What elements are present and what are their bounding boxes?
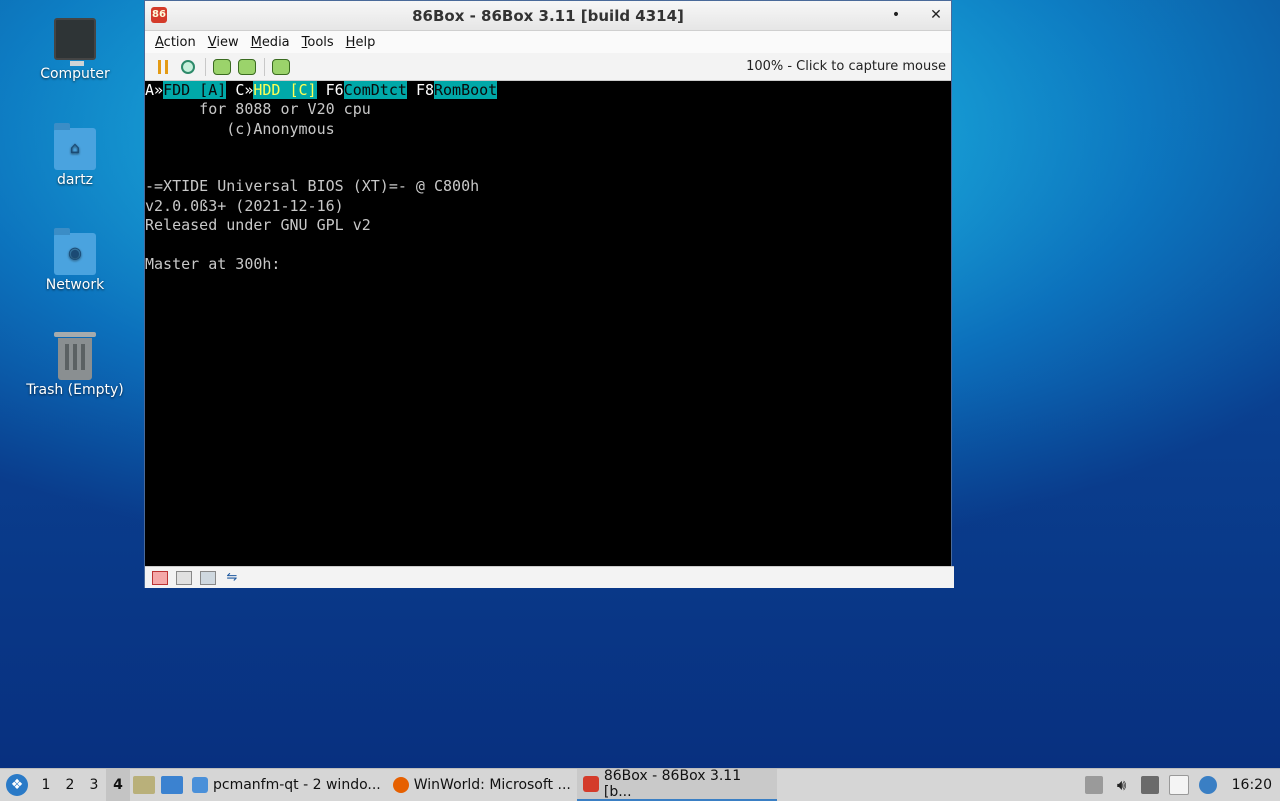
folder-icon bbox=[192, 777, 208, 793]
desktop-icon-computer[interactable]: Computer bbox=[20, 18, 130, 82]
workspace-3[interactable]: 3 bbox=[82, 777, 106, 793]
desktop-icon-label: dartz bbox=[56, 172, 94, 188]
trash-icon bbox=[54, 332, 96, 380]
toolbar-separator bbox=[205, 57, 206, 76]
settings-icon bbox=[272, 58, 290, 75]
task-label: WinWorld: Microsoft ... bbox=[413, 777, 571, 793]
reset-button[interactable] bbox=[178, 57, 198, 77]
clipboard-icon[interactable] bbox=[1168, 775, 1189, 795]
menu-media[interactable]: Media bbox=[245, 35, 296, 50]
bios-copyright-line: (c)Anonymous bbox=[145, 120, 335, 138]
task-firefox[interactable]: WinWorld: Microsoft ... bbox=[387, 769, 577, 801]
menu-help[interactable]: Help bbox=[340, 35, 382, 50]
desktop-icon-network[interactable]: ◉ Network bbox=[20, 228, 130, 293]
status-bar: ⇋ bbox=[145, 566, 954, 588]
capture-status-text[interactable]: 100% - Click to capture mouse bbox=[746, 59, 946, 74]
cdrom-icon[interactable] bbox=[176, 570, 192, 585]
86box-icon bbox=[582, 776, 599, 792]
workspace-4[interactable]: 4 bbox=[106, 769, 130, 801]
task-label: pcmanfm-qt - 2 windo... bbox=[213, 777, 381, 793]
firefox-icon bbox=[392, 777, 409, 793]
toolbar-separator bbox=[264, 57, 265, 76]
xtide-license-line: Released under GNU GPL v2 bbox=[145, 216, 371, 234]
emulator-window: 86 86Box - 86Box 3.11 [build 4314] • ✕ A… bbox=[144, 0, 954, 588]
window-titlebar[interactable]: 86 86Box - 86Box 3.11 [build 4314] • ✕ bbox=[145, 1, 951, 31]
romboot-option: RomBoot bbox=[434, 81, 498, 99]
drive-detect-line: Master at 300h: bbox=[145, 255, 281, 273]
desktop-icon-dartz[interactable]: ⌂ dartz bbox=[20, 123, 130, 188]
update-notifier-icon[interactable] bbox=[1198, 776, 1217, 794]
desktop-icon-label: Network bbox=[45, 277, 105, 293]
xtide-title-line: -=XTIDE Universal BIOS (XT)=- @ C800h bbox=[145, 177, 480, 195]
workspace-1[interactable]: 1 bbox=[34, 777, 58, 793]
show-desktop-icon[interactable] bbox=[161, 776, 183, 794]
computer-icon bbox=[54, 18, 96, 66]
hdd-c-option: HDD [C] bbox=[253, 81, 317, 99]
menu-bar: Action View Media Tools Help bbox=[145, 31, 951, 53]
bios-cpu-line: for 8088 or V20 cpu bbox=[145, 100, 371, 118]
workspace-2[interactable]: 2 bbox=[58, 777, 82, 793]
drive-c-prefix: C» bbox=[235, 81, 254, 99]
emulator-screen[interactable]: A»FDD [A] C»HDD [C] F6ComDtct F8RomBoot … bbox=[145, 81, 951, 566]
fdd-a-option: FDD [A] bbox=[163, 81, 227, 99]
home-folder-icon: ⌂ bbox=[54, 123, 96, 170]
boot-menu-line: A»FDD [A] C»HDD [C] F6ComDtct F8RomBoot bbox=[145, 81, 498, 100]
task-pcmanfm[interactable]: pcmanfm-qt - 2 windo... bbox=[186, 769, 387, 801]
settings-button[interactable] bbox=[271, 57, 291, 77]
toolbar: 100% - Click to capture mouse bbox=[145, 53, 951, 81]
task-label: 86Box - 86Box 3.11 [b... bbox=[603, 768, 742, 800]
tray-up-arrow-icon[interactable] bbox=[1084, 776, 1103, 794]
start-menu-icon[interactable]: ❖ bbox=[6, 774, 28, 796]
minimize-button[interactable]: • bbox=[885, 5, 907, 25]
hard-disk-icon[interactable] bbox=[200, 570, 216, 585]
task-86box[interactable]: 86Box - 86Box 3.11 [b... bbox=[576, 768, 777, 801]
desktop-icon-label: Computer bbox=[40, 66, 110, 82]
volume-icon[interactable]: 🔊︎ bbox=[1113, 776, 1131, 794]
taskbar: ❖ 1 2 3 4 pcmanfm-qt - 2 windo... WinWor… bbox=[0, 768, 1280, 801]
ctrl-alt-esc-icon bbox=[238, 58, 256, 75]
menu-tools[interactable]: Tools bbox=[296, 35, 340, 50]
network-tray-icon[interactable] bbox=[1140, 776, 1159, 794]
f6-key: F6 bbox=[325, 81, 344, 99]
desktop-icon-trash[interactable]: Trash (Empty) bbox=[20, 332, 130, 398]
pause-button[interactable] bbox=[153, 57, 173, 77]
menu-action[interactable]: Action bbox=[149, 35, 202, 50]
comdtct-option: ComDtct bbox=[343, 81, 407, 99]
reset-icon bbox=[181, 59, 195, 74]
file-manager-launcher-icon[interactable] bbox=[133, 776, 155, 794]
f8-key: F8 bbox=[415, 81, 434, 99]
clock[interactable]: 16:20 bbox=[1232, 777, 1272, 793]
desktop-icon-label: Trash (Empty) bbox=[26, 382, 124, 398]
ctrl-alt-del-icon bbox=[213, 58, 231, 75]
window-title: 86Box - 86Box 3.11 [build 4314] bbox=[412, 7, 684, 25]
menu-view[interactable]: View bbox=[202, 35, 245, 50]
network-folder-icon: ◉ bbox=[54, 228, 96, 275]
network-status-icon[interactable]: ⇋ bbox=[224, 570, 240, 585]
drive-a-prefix: A» bbox=[145, 81, 164, 99]
pause-icon bbox=[158, 59, 168, 74]
floppy-drive-icon[interactable] bbox=[152, 570, 168, 585]
close-button[interactable]: ✕ bbox=[925, 5, 947, 25]
xtide-version-line: v2.0.0ß3+ (2021-12-16) bbox=[145, 197, 344, 215]
ctrl-alt-esc-button[interactable] bbox=[237, 57, 257, 77]
system-tray: 🔊︎ 16:20 bbox=[1080, 769, 1280, 801]
ctrl-alt-del-button[interactable] bbox=[212, 57, 232, 77]
